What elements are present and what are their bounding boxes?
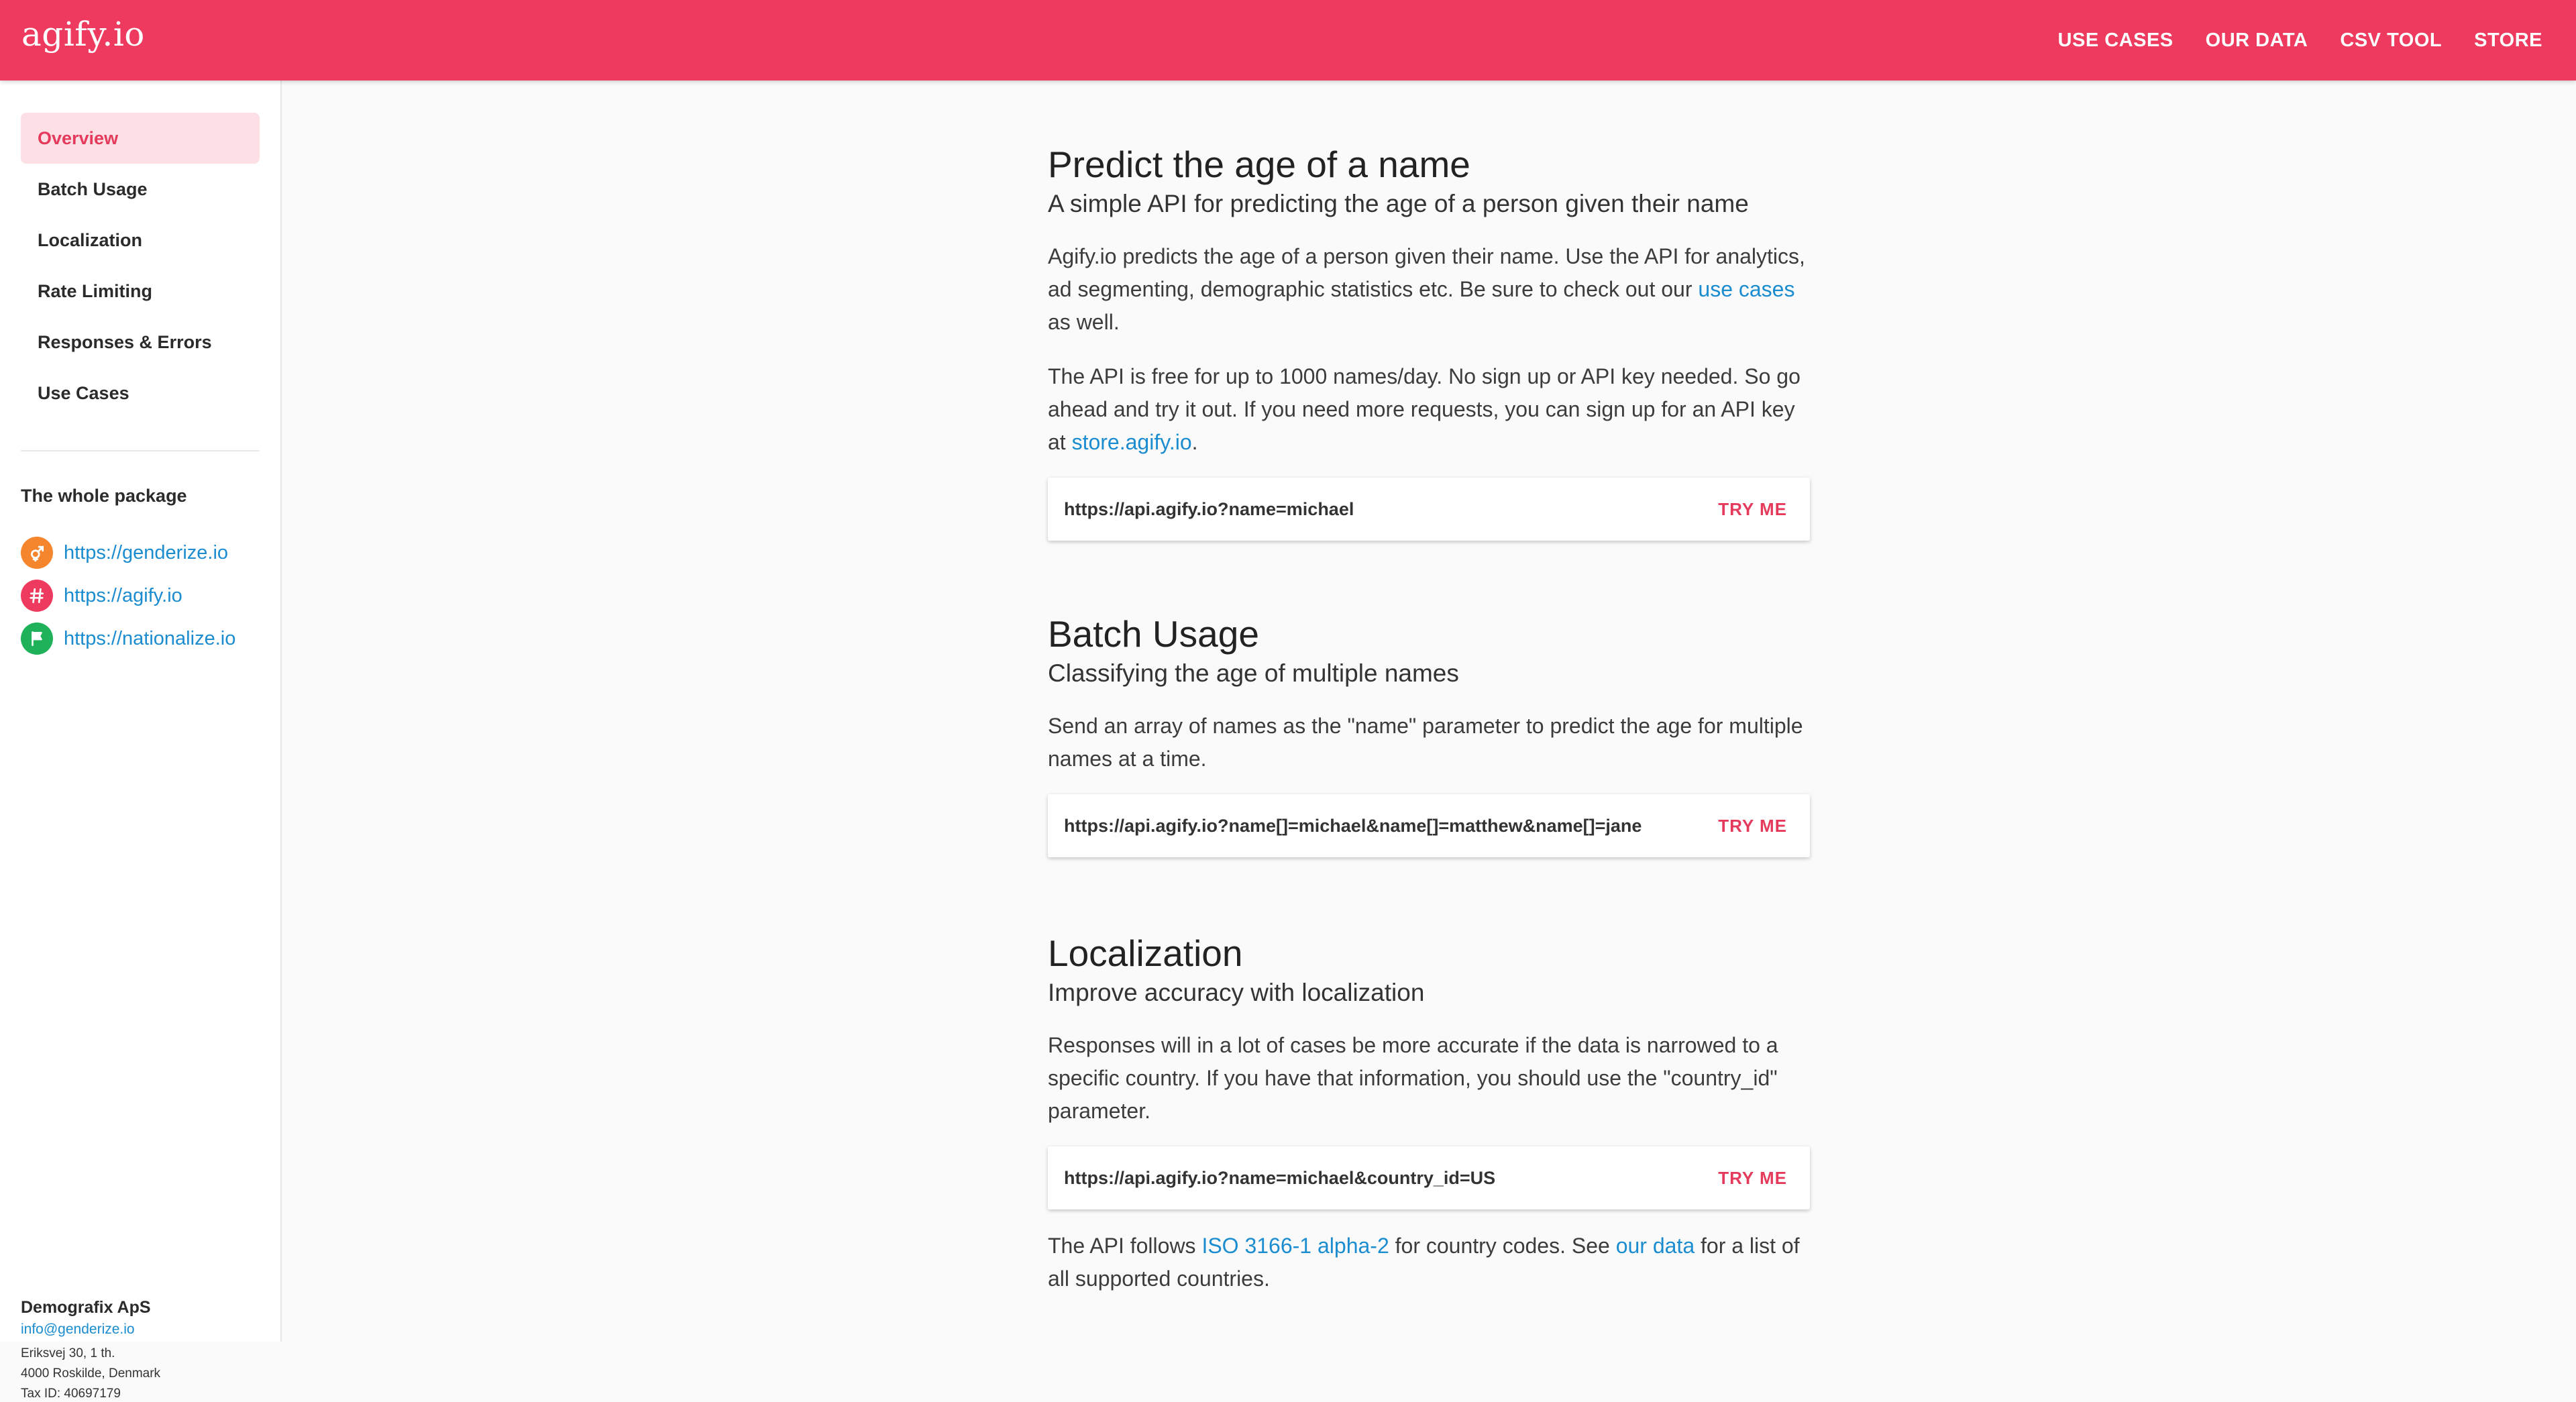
sidebar-item-use-cases[interactable]: Use Cases: [21, 368, 260, 419]
batch-subtitle: Classifying the age of multiple names: [1048, 659, 1459, 687]
try-me-button[interactable]: TRY ME: [1718, 794, 1787, 857]
iso-3166-link[interactable]: ISO 3166-1 alpha-2: [1201, 1234, 1389, 1258]
api-url-example: https://api.agify.io?name=michael: [1064, 499, 1354, 519]
company-name: Demografix ApS: [21, 1298, 151, 1317]
sidebar-item-localization[interactable]: Localization: [21, 215, 260, 266]
api-url-example: https://api.agify.io?name[]=michael&name…: [1064, 816, 1642, 836]
package-item-agify: https://agify.io: [21, 574, 235, 617]
overview-title: Predict the age of a name: [1048, 144, 1470, 185]
overview-p1-text: Agify.io predicts the age of a person gi…: [1048, 244, 1805, 301]
section-localization: Localization Improve accuracy with local…: [1048, 930, 1810, 1295]
sidebar-item-rate-limiting[interactable]: Rate Limiting: [21, 266, 260, 317]
sidebar-item-responses-errors[interactable]: Responses & Errors: [21, 317, 260, 368]
hash-icon: [21, 580, 53, 612]
sidebar-item-overview[interactable]: Overview: [21, 113, 260, 164]
nav-csv-tool[interactable]: CSV TOOL: [2340, 30, 2442, 52]
overview-p1-text-end: as well.: [1048, 310, 1120, 334]
code-box-batch: https://api.agify.io?name[]=michael&name…: [1048, 794, 1810, 857]
top-nav: USE CASES OUR DATA CSV TOOL STORE: [2026, 0, 2542, 80]
package-link-nationalize[interactable]: https://nationalize.io: [64, 628, 235, 650]
package-link-genderize[interactable]: https://genderize.io: [64, 542, 228, 564]
package-title: The whole package: [21, 486, 187, 506]
company-footer: Demografix ApS info@genderize.io Eriksve…: [21, 1298, 160, 1402]
sidebar: Overview Batch Usage Localization Rate L…: [0, 80, 282, 1401]
code-box-overview: https://api.agify.io?name=michael TRY ME: [1048, 478, 1810, 541]
localization-p2-text-mid: for country codes. See: [1389, 1234, 1616, 1258]
overview-subtitle: A simple API for predicting the age of a…: [1048, 190, 1749, 217]
sidebar-item-batch-usage[interactable]: Batch Usage: [21, 164, 260, 215]
overview-p2-text-end: .: [1191, 430, 1198, 454]
gender-icon: [21, 537, 53, 569]
flag-icon: [21, 623, 53, 655]
nav-use-cases[interactable]: USE CASES: [2058, 30, 2174, 52]
company-email-link[interactable]: info@genderize.io: [21, 1322, 160, 1338]
package-list: https://genderize.io https://agify.io ht…: [21, 531, 235, 660]
batch-title: Batch Usage: [1048, 613, 1259, 655]
package-item-nationalize: https://nationalize.io: [21, 617, 235, 660]
top-bar: agify.io USE CASES OUR DATA CSV TOOL STO…: [0, 0, 2576, 80]
brand-logo[interactable]: agify.io: [21, 15, 145, 54]
localization-p2-text: The API follows: [1048, 1234, 1202, 1258]
sidebar-nav: Overview Batch Usage Localization Rate L…: [21, 113, 260, 419]
use-cases-link[interactable]: use cases: [1698, 277, 1794, 301]
localization-subtitle: Improve accuracy with localization: [1048, 979, 1425, 1006]
company-address-line-2: 4000 Roskilde, Denmark: [21, 1366, 161, 1381]
api-url-example: https://api.agify.io?name=michael&countr…: [1064, 1168, 1496, 1188]
localization-title: Localization: [1048, 932, 1243, 974]
localization-paragraph-1: Responses will in a lot of cases be more…: [1048, 1033, 1778, 1123]
sidebar-divider: [21, 450, 260, 451]
batch-paragraph: Send an array of names as the "name" par…: [1048, 714, 1803, 771]
code-box-localization: https://api.agify.io?name=michael&countr…: [1048, 1146, 1810, 1209]
overview-paragraph-2: The API is free for up to 1000 names/day…: [1048, 360, 1810, 459]
nav-store[interactable]: STORE: [2474, 30, 2542, 52]
store-link[interactable]: store.agify.io: [1072, 430, 1192, 454]
section-batch-usage: Batch Usage Classifying the age of multi…: [1048, 610, 1810, 857]
try-me-button[interactable]: TRY ME: [1718, 478, 1787, 541]
company-address-line-1: Eriksvej 30, 1 th.: [21, 1346, 115, 1360]
company-tax-id: Tax ID: 40697179: [21, 1387, 121, 1401]
localization-paragraph-2: The API follows ISO 3166-1 alpha-2 for c…: [1048, 1230, 1810, 1295]
package-link-agify[interactable]: https://agify.io: [64, 585, 182, 607]
our-data-link[interactable]: our data: [1616, 1234, 1695, 1258]
nav-our-data[interactable]: OUR DATA: [2206, 30, 2308, 52]
overview-paragraph-1: Agify.io predicts the age of a person gi…: [1048, 240, 1810, 339]
package-item-genderize: https://genderize.io: [21, 531, 235, 574]
section-overview: Predict the age of a name A simple API f…: [1048, 141, 1810, 541]
try-me-button[interactable]: TRY ME: [1718, 1146, 1787, 1209]
